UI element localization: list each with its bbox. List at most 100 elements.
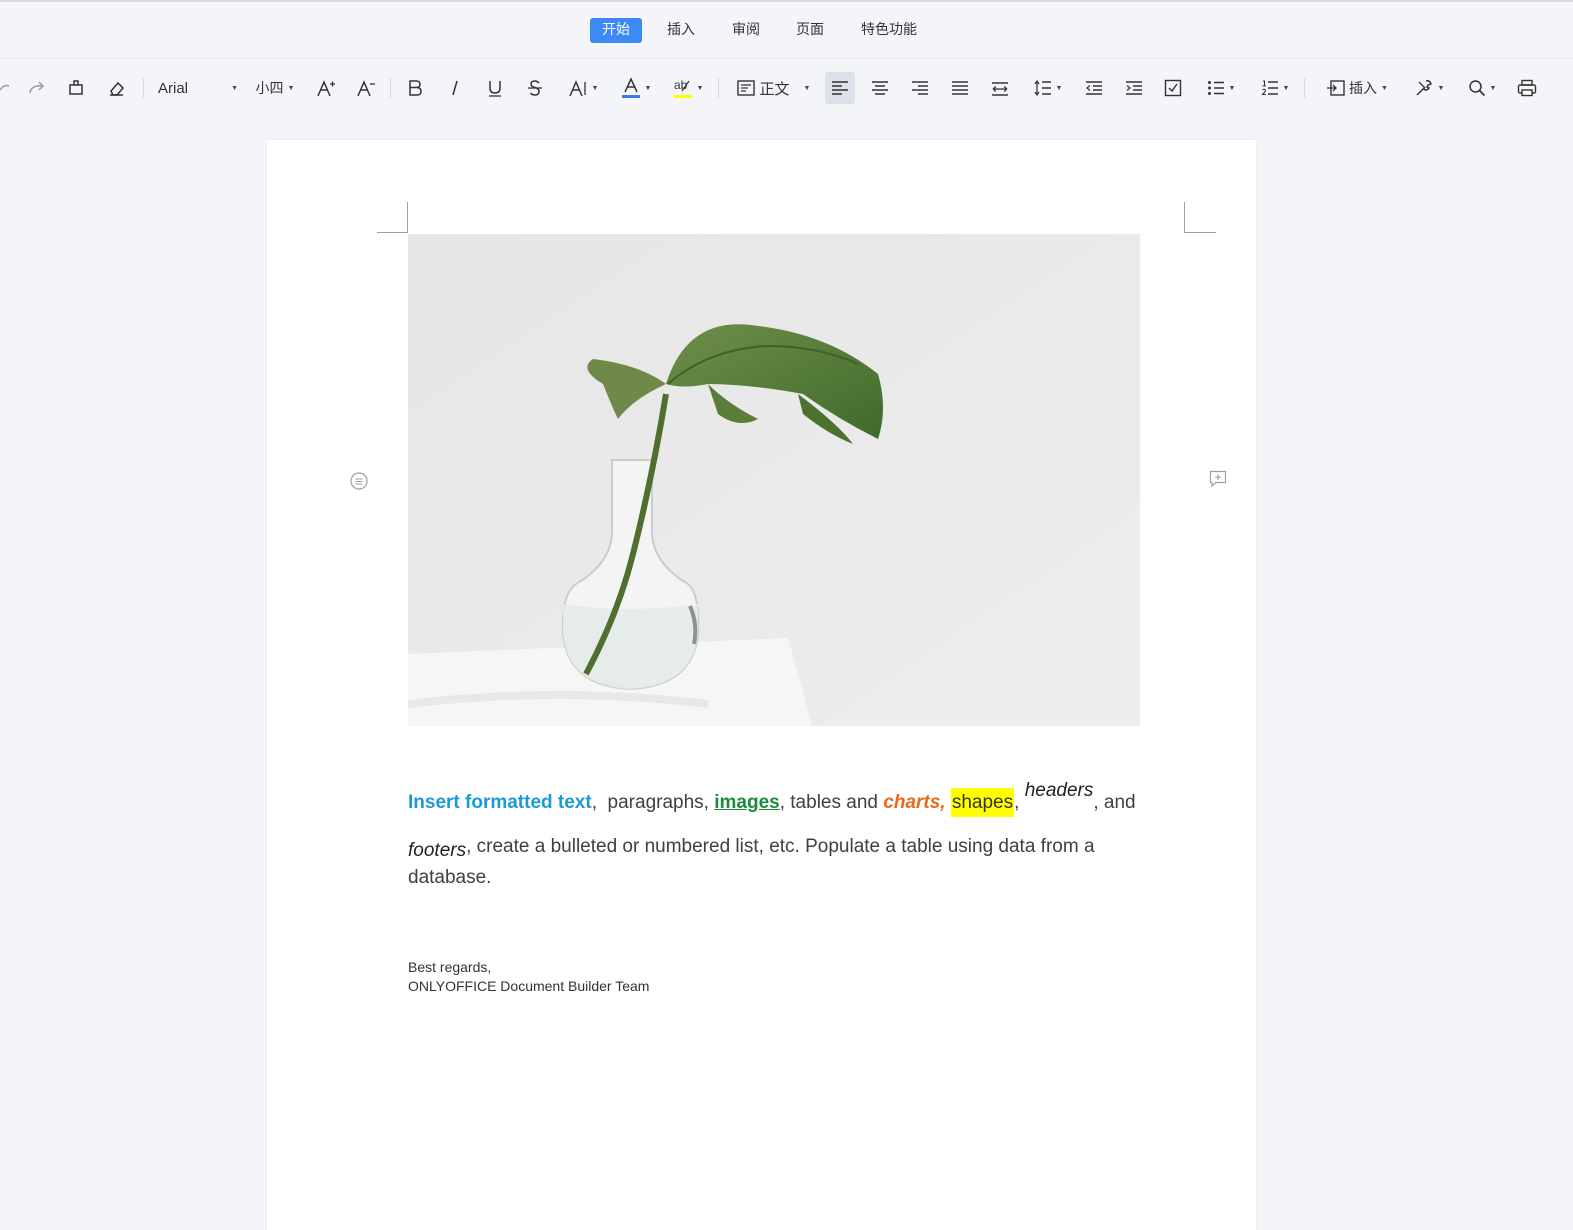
paragraph-line-3: database. — [408, 862, 491, 893]
chevron-down-icon: ▼ — [287, 84, 295, 92]
text-span: , tables and — [779, 792, 884, 813]
margin-corner-top-left — [377, 202, 408, 233]
align-right-icon — [911, 80, 929, 96]
font-size-value: 小四 — [255, 81, 284, 97]
print-icon — [1517, 79, 1537, 97]
text-effects-button[interactable]: ▼ — [563, 72, 603, 104]
tab-special-features[interactable]: 特色功能 — [849, 18, 929, 43]
chevron-down-icon: ▼ — [803, 84, 811, 92]
find-icon — [1468, 79, 1486, 97]
chevron-down-icon: ▼ — [1437, 84, 1445, 92]
chevron-down-icon: ▼ — [231, 84, 238, 92]
italic-icon — [448, 79, 462, 97]
chevron-down-icon: ▼ — [1489, 84, 1497, 92]
strikethrough-button[interactable] — [523, 72, 547, 104]
paragraph-style-dropdown[interactable]: 正文 ▼ — [730, 72, 816, 104]
text-span: , — [1014, 792, 1025, 813]
plant-in-vase-photo[interactable] — [408, 234, 1140, 726]
underline-icon — [487, 79, 503, 97]
signature-block[interactable]: Best regards, ONLYOFFICE Document Builde… — [408, 958, 649, 996]
charts-span: charts, — [883, 792, 946, 813]
distributed-button[interactable] — [987, 72, 1013, 104]
increase-indent-button[interactable] — [1121, 72, 1147, 104]
checklist-button[interactable] — [1160, 72, 1186, 104]
numbered-list-icon — [1260, 79, 1279, 97]
increase-font-icon — [316, 79, 336, 97]
menu-tabs: 开始 插入 审阅 页面 特色功能 — [0, 18, 1573, 44]
signature-line-1: Best regards, — [408, 959, 492, 975]
numbered-list-button[interactable]: ▼ — [1254, 72, 1296, 104]
align-center-button[interactable] — [867, 72, 893, 104]
tab-insert[interactable]: 插入 — [655, 18, 707, 43]
signature-line-2: ONLYOFFICE Document Builder Team — [408, 978, 650, 994]
text-effects-icon — [568, 79, 588, 97]
images-link[interactable]: images — [714, 792, 779, 813]
bulleted-list-icon — [1207, 80, 1225, 96]
clear-format-button[interactable] — [104, 72, 128, 104]
justify-icon — [951, 80, 969, 96]
align-left-button[interactable] — [825, 72, 855, 104]
toolbar-separator — [390, 78, 391, 98]
chevron-down-icon: ▼ — [1381, 84, 1388, 92]
line-spacing-button[interactable]: ▼ — [1027, 72, 1069, 104]
justify-button[interactable] — [947, 72, 973, 104]
bulleted-list-button[interactable]: ▼ — [1200, 72, 1242, 104]
decrease-indent-icon — [1085, 80, 1103, 96]
bold-button[interactable] — [403, 72, 427, 104]
decrease-font-button[interactable] — [353, 72, 379, 104]
format-painter-button[interactable] — [64, 72, 88, 104]
print-button[interactable] — [1514, 72, 1540, 104]
tab-start[interactable]: 开始 — [590, 18, 642, 43]
toolbar-separator — [718, 78, 719, 98]
text-span: , create a bulleted or numbered list, et… — [466, 836, 1095, 857]
shapes-highlight-span: shapes — [950, 788, 1015, 817]
increase-font-button[interactable] — [313, 72, 339, 104]
align-center-icon — [871, 80, 889, 96]
paragraph-menu-icon[interactable] — [350, 472, 368, 495]
font-color-button[interactable]: ▼ — [616, 72, 656, 104]
find-dropdown[interactable]: ▼ — [1461, 72, 1503, 104]
clear-format-icon — [107, 79, 125, 97]
undo-icon — [0, 80, 10, 96]
chevron-down-icon: ▼ — [1228, 84, 1236, 92]
undo-button[interactable] — [0, 72, 10, 104]
redo-button[interactable] — [26, 72, 48, 104]
checklist-icon — [1164, 79, 1182, 97]
tools-dropdown[interactable]: ▼ — [1408, 72, 1450, 104]
tab-page[interactable]: 页面 — [784, 18, 836, 43]
format-painter-icon — [67, 79, 85, 97]
bold-icon — [407, 79, 423, 97]
text-span: , and — [1093, 792, 1136, 813]
paragraph-line-2: footers, create a bulleted or numbered l… — [408, 831, 1095, 862]
italic-button[interactable] — [443, 72, 467, 104]
headers-superscript-span: headers — [1024, 780, 1094, 801]
text-span: , paragraphs, — [591, 792, 715, 813]
underline-button[interactable] — [483, 72, 507, 104]
paragraph-style-icon — [736, 79, 756, 97]
highlight-button[interactable]: ab ▼ — [668, 72, 708, 104]
tools-icon — [1414, 78, 1434, 98]
chevron-down-icon: ▼ — [644, 84, 652, 92]
font-name-dropdown[interactable]: Arial ▼ — [150, 72, 238, 104]
margin-corner-top-right — [1184, 202, 1216, 233]
decrease-font-icon — [356, 79, 376, 97]
toolbar-separator — [1304, 78, 1305, 98]
tab-review[interactable]: 审阅 — [720, 18, 772, 43]
insert-label: 插入 — [1349, 81, 1378, 97]
font-color-icon — [621, 77, 641, 99]
insert-dropdown[interactable]: 插入 ▼ — [1318, 72, 1396, 104]
text-span: database. — [408, 867, 492, 888]
highlight-icon: ab — [673, 77, 693, 99]
footers-subscript-span: footers — [408, 840, 467, 861]
align-right-button[interactable] — [907, 72, 933, 104]
add-comment-icon[interactable] — [1209, 470, 1227, 493]
line-spacing-icon — [1034, 79, 1052, 97]
chevron-down-icon: ▼ — [696, 84, 704, 92]
decrease-indent-button[interactable] — [1081, 72, 1107, 104]
formatted-text-span: Insert formatted text — [408, 792, 592, 813]
font-name-value: Arial — [158, 79, 189, 97]
font-size-dropdown[interactable]: 小四 ▼ — [250, 72, 300, 104]
align-left-icon — [831, 80, 849, 96]
insert-icon — [1326, 79, 1346, 97]
document-page[interactable]: Insert formatted text, paragraphs, image… — [267, 140, 1256, 1230]
